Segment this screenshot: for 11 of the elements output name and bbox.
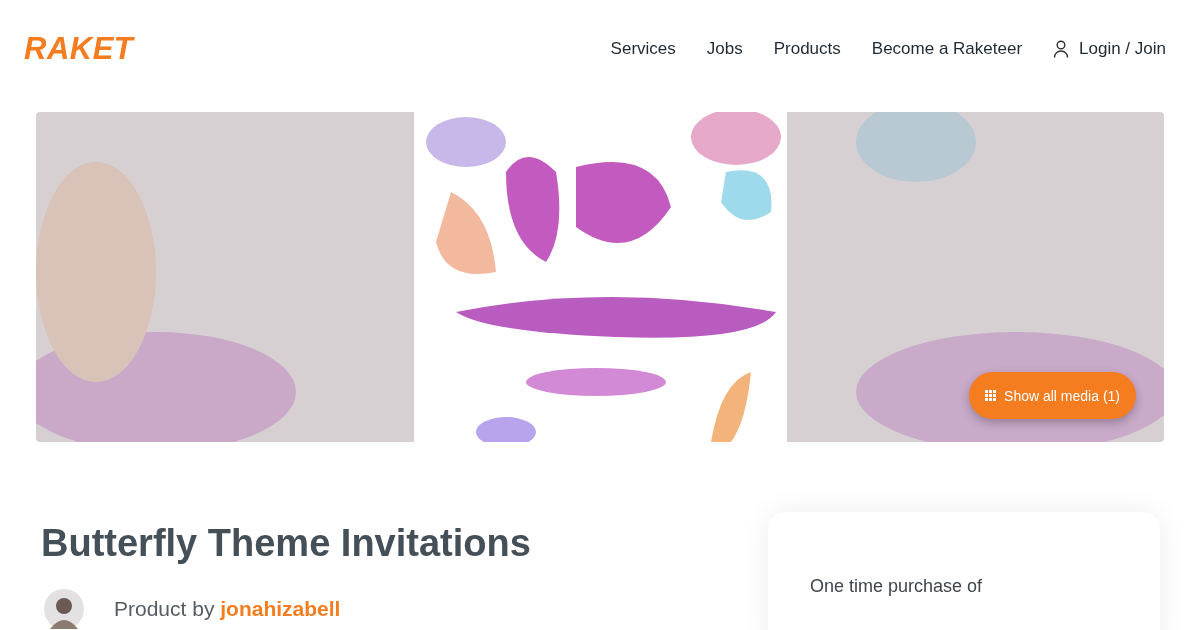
nav-link[interactable]: Jobs (706, 39, 743, 59)
user-icon (1053, 40, 1070, 58)
product-title: Butterfly Theme Invitations (41, 522, 531, 565)
nav-link[interactable]: Products (773, 39, 841, 59)
seller-line: Product by jonahizabell (114, 597, 341, 621)
login-link[interactable]: Login / Join (1053, 39, 1166, 59)
nav-link[interactable]: Become a Raketeer (871, 39, 1023, 59)
purchase-label: One time purchase of (810, 576, 983, 596)
nav-link[interactable]: Services (610, 39, 676, 59)
avatar-icon (44, 589, 84, 629)
grid-icon (985, 390, 997, 401)
